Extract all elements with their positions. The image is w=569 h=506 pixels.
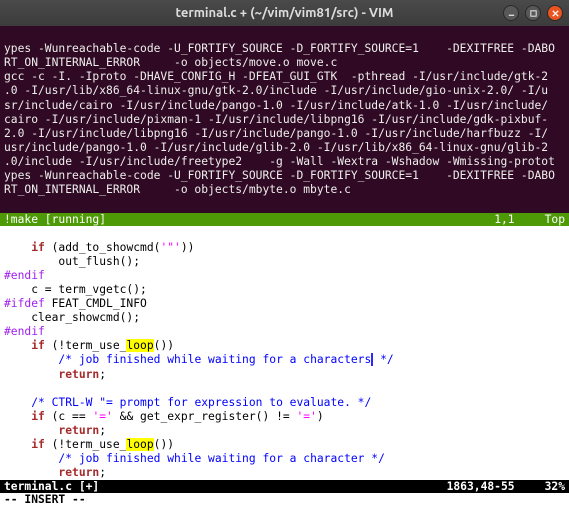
minimize-button[interactable]: [503, 5, 519, 21]
status-percent: 32%: [545, 480, 565, 493]
window-controls: [503, 5, 563, 21]
preprocessor: #ifdef: [4, 297, 45, 310]
terminal-line: 2.0 -I/usr/include/libpng16 -I/usr/inclu…: [4, 127, 548, 140]
keyword-if: if: [31, 241, 45, 254]
status-filename: terminal.c [+]: [4, 480, 447, 493]
terminal-line: .0 -I/usr/lib/x86_64-linux-gnu/gtk-2.0/i…: [4, 84, 548, 97]
make-status-label: !make [running]: [4, 213, 494, 226]
keyword-return: return: [58, 466, 99, 479]
maximize-button[interactable]: [525, 5, 541, 21]
preprocessor: #endif: [4, 269, 45, 282]
terminal-line: cairo -I/usr/include/pixman-1 -I/usr/inc…: [4, 113, 548, 126]
terminal-line: ypes -Wunreachable-code -U_FORTIFY_SOURC…: [4, 169, 555, 182]
preprocessor: #endif: [4, 325, 45, 338]
terminal-line: RT_ON_INTERNAL_ERROR -o objects/move.o m…: [4, 56, 337, 69]
comment: /* job finished while waiting for a char…: [58, 452, 384, 465]
make-status-scroll: Top: [545, 213, 565, 226]
search-highlight: loop: [126, 438, 153, 451]
terminal-line: sr/include/cairo -I/usr/include/pango-1.…: [4, 99, 548, 112]
mode-indicator: -- INSERT --: [4, 493, 86, 506]
terminal-line: gcc -c -I. -Iproto -DHAVE_CONFIG_H -DFEA…: [4, 70, 548, 83]
terminal-line: usr/include/pango-1.0 -I/usr/include/gli…: [4, 141, 548, 154]
window-titlebar: terminal.c + (~/vim/vim81/src) - VIM: [0, 0, 569, 26]
window-title: terminal.c + (~/vim/vim81/src) - VIM: [6, 6, 563, 20]
terminal-line: .0/include -I/usr/include/freetype2 -g -…: [4, 155, 555, 168]
terminal-output-pane: ypes -Wunreachable-code -U_FORTIFY_SOURC…: [0, 26, 569, 213]
make-status-pos: 1,1: [494, 213, 544, 226]
vim-commandline[interactable]: -- INSERT --: [0, 493, 569, 506]
keyword-if: if: [31, 339, 45, 352]
status-position: 1863,48-55: [447, 480, 545, 493]
search-highlight: loop: [126, 339, 153, 352]
comment: /* job finished while waiting for a char…: [58, 353, 371, 366]
make-statusline: !make [running] 1,1 Top: [0, 213, 569, 226]
terminal-line: RT_ON_INTERNAL_ERROR -o objects/mbyte.o …: [4, 183, 351, 196]
editor-statusline: terminal.c [+] 1863,48-55 32%: [0, 480, 569, 493]
terminal-line: ypes -Wunreachable-code -U_FORTIFY_SOURC…: [4, 42, 555, 55]
close-button[interactable]: [547, 5, 563, 21]
keyword-return: return: [58, 424, 99, 437]
keyword-if: if: [31, 410, 45, 423]
code-editor-pane[interactable]: if (add_to_showcmd('"')) out_flush(); #e…: [0, 226, 569, 480]
keyword-if: if: [31, 438, 45, 451]
comment: /* CTRL-W "= prompt for expression to ev…: [31, 396, 371, 409]
keyword-return: return: [58, 368, 99, 381]
